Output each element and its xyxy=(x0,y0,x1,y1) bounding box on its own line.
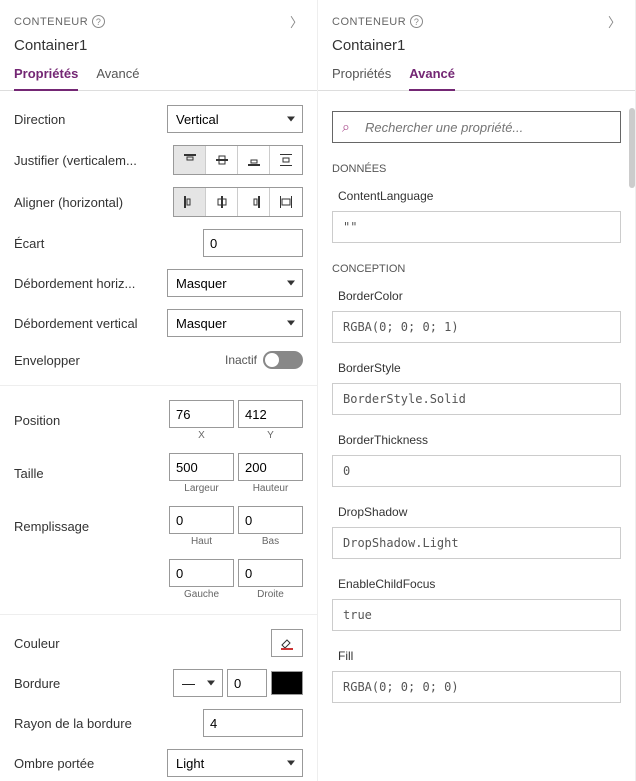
label-wrap: Envelopper xyxy=(14,353,225,368)
label-overflow-x: Débordement horiz... xyxy=(14,276,167,291)
section-title: CONCEPTION xyxy=(318,255,635,283)
width-input[interactable] xyxy=(169,453,234,481)
property-name[interactable]: BorderStyle xyxy=(318,355,635,381)
padding-top-input[interactable] xyxy=(169,506,234,534)
help-icon[interactable]: ? xyxy=(92,15,105,28)
padding-bottom-input[interactable] xyxy=(238,506,303,534)
advanced-panel: CONTENEUR ? 〉 Container1 Propriétés Avan… xyxy=(318,0,636,781)
overflow-y-select[interactable]: Masquer xyxy=(167,309,303,337)
property-value[interactable]: DropShadow.Light xyxy=(332,527,621,559)
tab-advanced[interactable]: Avancé xyxy=(409,66,455,91)
scrollbar[interactable] xyxy=(629,108,635,188)
padding-left-input[interactable] xyxy=(169,559,234,587)
chevron-right-icon[interactable]: 〉 xyxy=(290,12,303,31)
border-style-select[interactable]: — xyxy=(173,669,223,697)
property-name[interactable]: DropShadow xyxy=(318,499,635,525)
align-end-icon[interactable] xyxy=(238,188,270,216)
label-direction: Direction xyxy=(14,112,167,127)
label-overflow-y: Débordement vertical xyxy=(14,316,167,331)
position-y-input[interactable] xyxy=(238,400,303,428)
property-value[interactable]: 0 xyxy=(332,455,621,487)
align-stretch-icon[interactable] xyxy=(270,188,302,216)
property-value[interactable]: true xyxy=(332,599,621,631)
property-value[interactable]: RGBA(0; 0; 0; 0) xyxy=(332,671,621,703)
properties-panel: CONTENEUR ? 〉 Container1 Propriétés Avan… xyxy=(0,0,318,781)
label-gap: Écart xyxy=(14,236,203,251)
position-x-input[interactable] xyxy=(169,400,234,428)
tab-properties[interactable]: Propriétés xyxy=(14,66,78,91)
tab-advanced[interactable]: Avancé xyxy=(96,66,139,90)
align-start-icon[interactable] xyxy=(174,188,206,216)
panel-title: CONTENEUR xyxy=(14,16,88,28)
chevron-right-icon[interactable]: 〉 xyxy=(608,12,621,31)
control-name: Container1 xyxy=(332,37,621,54)
property-name[interactable]: BorderThickness xyxy=(318,427,635,453)
radius-input[interactable] xyxy=(203,709,303,737)
help-icon[interactable]: ? xyxy=(410,15,423,28)
property-value[interactable]: BorderStyle.Solid xyxy=(332,383,621,415)
property-name[interactable]: EnableChildFocus xyxy=(318,571,635,597)
justify-start-icon[interactable] xyxy=(174,146,206,174)
property-value[interactable]: RGBA(0; 0; 0; 1) xyxy=(332,311,621,343)
label-size: Taille xyxy=(14,466,169,481)
fill-button[interactable] xyxy=(271,629,303,657)
search-icon: ⌕ xyxy=(342,119,350,136)
wrap-toggle[interactable] xyxy=(263,351,303,369)
label-justify: Justifier (verticalem... xyxy=(14,153,173,168)
label-border: Bordure xyxy=(14,676,173,691)
justify-end-icon[interactable] xyxy=(238,146,270,174)
gap-input[interactable] xyxy=(203,229,303,257)
panel-title: CONTENEUR xyxy=(332,16,406,28)
label-position: Position xyxy=(14,413,169,428)
border-color-swatch[interactable] xyxy=(271,671,303,695)
justify-center-icon[interactable] xyxy=(206,146,238,174)
tab-properties[interactable]: Propriétés xyxy=(332,66,391,90)
property-name[interactable]: BorderColor xyxy=(318,283,635,309)
label-radius: Rayon de la bordure xyxy=(14,716,203,731)
label-shadow: Ombre portée xyxy=(14,756,167,771)
search-input[interactable] xyxy=(332,111,621,143)
label-color: Couleur xyxy=(14,636,271,651)
label-align: Aligner (horizontal) xyxy=(14,195,173,210)
property-name[interactable]: ContentLanguage xyxy=(318,183,635,209)
shadow-select[interactable]: Light xyxy=(167,749,303,777)
overflow-x-select[interactable]: Masquer xyxy=(167,269,303,297)
label-padding: Remplissage xyxy=(14,519,169,534)
property-name[interactable]: Fill xyxy=(318,643,635,669)
align-center-icon[interactable] xyxy=(206,188,238,216)
section-title: DONNÉES xyxy=(318,155,635,183)
control-name: Container1 xyxy=(14,37,303,54)
height-input[interactable] xyxy=(238,453,303,481)
direction-select[interactable]: Vertical xyxy=(167,105,303,133)
property-value[interactable]: "" xyxy=(332,211,621,243)
border-width-input[interactable] xyxy=(227,669,267,697)
justify-between-icon[interactable] xyxy=(270,146,302,174)
padding-right-input[interactable] xyxy=(238,559,303,587)
